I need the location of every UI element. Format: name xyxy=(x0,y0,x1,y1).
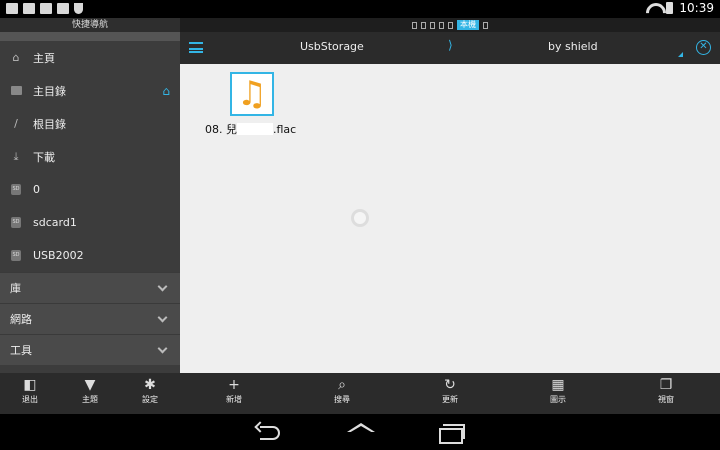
exit-icon: ◧ xyxy=(23,377,37,393)
bottom-toolbar: ◧ 退出 ▼ 主題 ✱ 設定 + 新增 ⌕ 搜尋 ↻ 更新 ▦ 圖示 ❐ 視窗 xyxy=(0,373,720,414)
window-tab[interactable] xyxy=(412,21,417,29)
plus-icon: + xyxy=(228,377,240,393)
theme-button[interactable]: ▼ 主題 xyxy=(68,377,112,405)
file-name: 08. 兒 .flac xyxy=(205,123,297,136)
system-status: 10:39 xyxy=(646,1,714,15)
shirt-icon: ▼ xyxy=(84,377,96,393)
close-icon[interactable]: ✕ xyxy=(696,40,711,55)
loading-spinner xyxy=(351,209,369,227)
image-icon xyxy=(6,3,18,14)
windows-button[interactable]: ❐ 視窗 xyxy=(644,377,688,405)
path-subtitle[interactable]: by shield xyxy=(548,40,598,53)
drawer-title: 快捷導航 xyxy=(0,18,180,32)
refresh-icon: ↻ xyxy=(444,377,456,393)
nav-item-label: 下載 xyxy=(33,150,55,164)
section-label: 庫 xyxy=(10,282,21,295)
status-bar: 10:39 xyxy=(0,0,720,18)
nav-item-usb2002[interactable]: SD USB2002 xyxy=(0,239,180,272)
window-tab[interactable] xyxy=(421,21,426,29)
section-label: 工具 xyxy=(10,344,32,357)
wifi-icon xyxy=(646,3,660,14)
tab-local[interactable]: 本機 xyxy=(457,20,479,30)
check-icon xyxy=(57,3,69,14)
music-note-icon: ♫ xyxy=(230,72,274,116)
system-nav-bar xyxy=(0,414,720,450)
set-home-icon[interactable]: ⌂ xyxy=(162,84,170,98)
add-button[interactable]: + 新增 xyxy=(212,377,256,405)
window-tab[interactable] xyxy=(439,21,444,29)
nav-item-sdcard1[interactable]: SD sdcard1 xyxy=(0,206,180,239)
section-network[interactable]: 網路 xyxy=(0,303,180,334)
notification-icons xyxy=(6,3,83,14)
home-icon: ⌂ xyxy=(12,51,20,64)
nav-item-label: USB2002 xyxy=(33,249,84,262)
grid-icon: ▦ xyxy=(551,377,565,393)
path-title[interactable]: UsbStorage xyxy=(300,40,364,53)
download-icon: ⤓ xyxy=(13,149,19,163)
view-button[interactable]: ▦ 圖示 xyxy=(536,377,580,405)
windows-icon: ❐ xyxy=(659,377,673,393)
nav-item-root[interactable]: / 根目錄 xyxy=(0,107,180,140)
clock: 10:39 xyxy=(679,1,714,15)
nav-item-download[interactable]: ⤓ 下載 xyxy=(0,140,180,173)
home-nav-icon[interactable] xyxy=(347,422,375,438)
nav-item-home[interactable]: ⌂ 主頁 xyxy=(0,41,180,74)
camera-folder-icon xyxy=(10,85,22,97)
app-bar: 本機 UsbStorage ⟩ by shield ✕ xyxy=(180,18,720,64)
window-tab[interactable] xyxy=(448,21,453,29)
sd-card-icon: SD xyxy=(10,184,22,196)
search-button[interactable]: ⌕ 搜尋 xyxy=(320,377,364,405)
nav-item-label: 主目錄 xyxy=(33,84,66,98)
file-item[interactable]: ♫ 08. 兒 .flac xyxy=(202,72,302,137)
file-browser: ♫ 08. 兒 .flac xyxy=(180,64,720,373)
section-label: 網路 xyxy=(10,313,32,326)
refresh-button[interactable]: ↻ 更新 xyxy=(428,377,472,405)
redacted-text xyxy=(237,123,273,135)
recent-apps-icon[interactable] xyxy=(439,422,465,444)
quick-nav-drawer: 快捷導航 ⌂ 主頁 主目錄 ⌂ / 根目錄 ⤓ 下載 SD 0 SD sdcar… xyxy=(0,18,180,373)
dropdown-corner-icon xyxy=(678,52,683,57)
path-separator: ⟩ xyxy=(448,38,453,52)
window-tab[interactable] xyxy=(430,21,435,29)
exit-button[interactable]: ◧ 退出 xyxy=(8,377,52,405)
sd-card-icon: SD xyxy=(10,217,22,229)
menu-icon[interactable] xyxy=(189,42,203,53)
slash-icon: / xyxy=(14,117,18,130)
chevron-down-icon xyxy=(157,343,168,354)
nav-item-label: 0 xyxy=(33,183,40,196)
sd-card-icon: SD xyxy=(10,250,22,262)
nav-item-main-directory[interactable]: 主目錄 ⌂ xyxy=(0,74,180,107)
mail-icon xyxy=(23,3,35,14)
chevron-down-icon xyxy=(157,281,168,292)
search-icon: ⌕ xyxy=(338,377,346,393)
nav-item-label: 主頁 xyxy=(33,51,55,65)
settings-button[interactable]: ✱ 設定 xyxy=(128,377,172,405)
gear-icon: ✱ xyxy=(144,377,156,393)
nav-item-label: sdcard1 xyxy=(33,216,77,229)
battery-icon xyxy=(666,2,674,14)
section-library[interactable]: 庫 xyxy=(0,272,180,303)
drawer-divider xyxy=(0,32,180,41)
mail-icon xyxy=(40,3,52,14)
nav-item-storage-0[interactable]: SD 0 xyxy=(0,173,180,206)
nav-item-label: 根目錄 xyxy=(33,117,66,131)
window-tab[interactable] xyxy=(483,21,488,29)
shield-icon xyxy=(74,3,83,14)
chevron-down-icon xyxy=(157,312,168,323)
back-icon[interactable] xyxy=(255,422,281,440)
section-tools[interactable]: 工具 xyxy=(0,334,180,365)
path-bar: UsbStorage ⟩ by shield ✕ xyxy=(180,32,720,64)
window-tabs: 本機 xyxy=(180,18,720,32)
